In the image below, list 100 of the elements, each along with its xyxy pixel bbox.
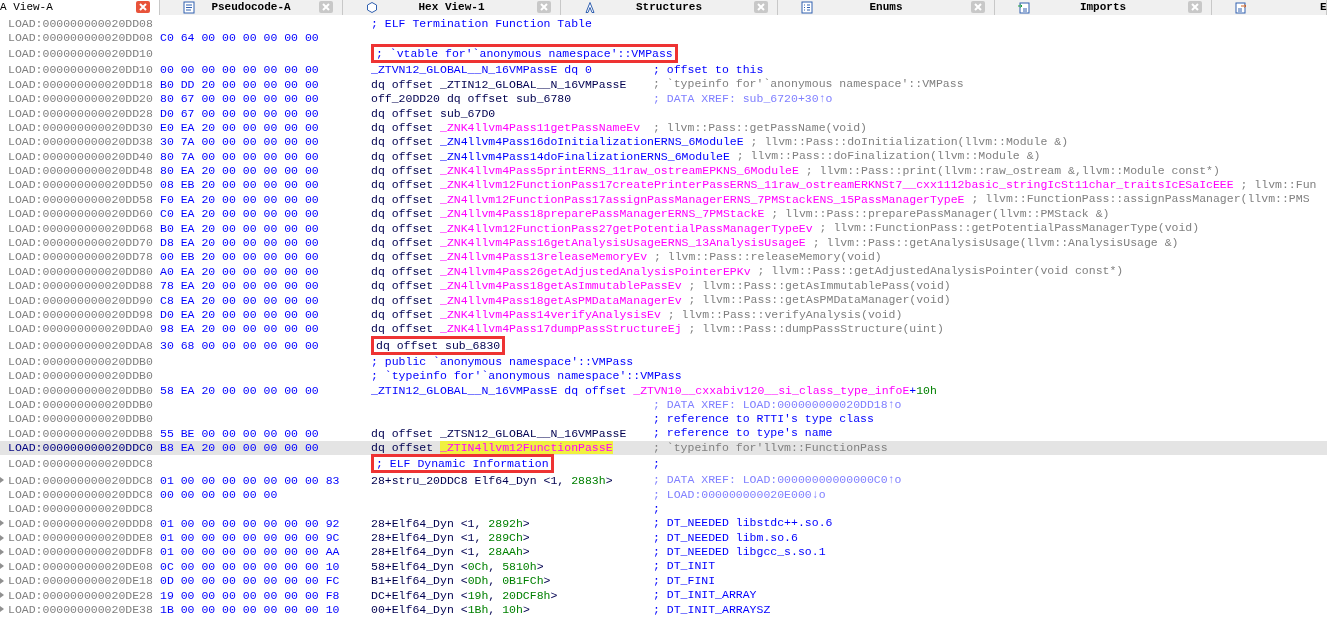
address-text: LOAD:000000000020DDD8 <box>8 516 153 530</box>
expand-arrow-icon[interactable] <box>0 520 4 527</box>
listing-line[interactable]: LOAD:000000000020DD50 08 EB 20 00 00 00 00 00 dq offset _ZNK4llvm12FunctionPass17createPrinterPassERNS_11raw_ostreamERKNSt7__cxx1112basic_stringIcSt11char_traitsIcESaIcEEE ; llvm::Fun <box>0 177 1327 193</box>
listing-line[interactable]: LOAD:000000000020DDB0 ; reference to RTTI's type class <box>0 411 1327 427</box>
listing-line[interactable]: LOAD:000000000020DE18 0D 00 00 00 00 00 00 00 FC B1+Elf64_Dyn <0Dh, 0B1FCh> ; DT_FINI <box>0 573 1327 589</box>
comment-text: ; DT_INIT_ARRAY <box>653 588 757 603</box>
address-text: LOAD:000000000020DDB0 <box>8 397 153 411</box>
listing-line[interactable]: LOAD:000000000020DE28 19 00 00 00 00 00 00 00 F8 DC+Elf64_Dyn <19h, 20DCF8h> ; DT_INIT_ARRAY <box>0 588 1327 603</box>
listing-line[interactable]: LOAD:000000000020DD60 C0 EA 20 00 00 00 00 00 dq offset _ZN4llvm4Pass18preparePassManagerERNS_7PMStackE ; llvm::Pass::preparePassManager(llvm::PMStack &) <box>0 206 1327 222</box>
hex-bytes: 01 00 00 00 00 00 00 00 9C <box>160 531 341 545</box>
listing-line[interactable]: LOAD:000000000020DD88 78 EA 20 00 00 00 00 00 dq offset _ZN4llvm4Pass18getAsImmutablePassEv ; llvm::Pass::getAsImmutablePass(void) <box>0 278 1327 294</box>
close-button[interactable] <box>971 1 985 13</box>
comment-text: ; DATA XREF: LOAD:00000000000000C0↑o <box>653 473 902 488</box>
close-button[interactable] <box>754 1 768 13</box>
comment-text: ; llvm::Pass::doInitialization(llvm::Module &) <box>750 134 1069 149</box>
listing-line[interactable]: LOAD:000000000020DDD8 01 00 00 00 00 00 00 00 92 28+Elf64_Dyn <1, 2892h> ; DT_NEEDED libstdc++.so.6 <box>0 516 1327 531</box>
comment-text: ; llvm::Fun <box>1240 178 1317 193</box>
tab[interactable]: Imports <box>995 0 1212 15</box>
expand-arrow-icon[interactable] <box>0 563 4 570</box>
listing-line[interactable]: LOAD:000000000020DD78 00 EB 20 00 00 00 00 00 dq offset _ZN4llvm4Pass13releaseMemoryEv ; llvm::Pass::releaseMemory(void) <box>0 249 1327 265</box>
listing-line[interactable]: LOAD:000000000020DDB0 58 EA 20 00 00 00 00 00 _ZTIN12_GLOBAL__N_16VMPassE dq offset _ZTVN10__cxxabiv120__si_class_type_infoE+10h <box>0 383 1327 398</box>
listing-line[interactable]: LOAD:000000000020DDC8 01 00 00 00 00 00 00 00 83 28+stru_20DDC8 Elf64_Dyn <1, 2883h> ; DATA XREF: LOAD:00000000000000C0↑o <box>0 472 1327 488</box>
expand-arrow-icon[interactable] <box>0 606 4 613</box>
listing-line[interactable]: LOAD:000000000020DDB0 ; DATA XREF: LOAD:000000000020DD18↑o <box>0 397 1327 412</box>
listing-line[interactable]: LOAD:000000000020DD38 30 7A 00 00 00 00 00 00 dq offset _ZN4llvm4Pass16doInitializationERNS_6ModuleE ; llvm::Pass::doInitialization(llvm::Module &) <box>0 134 1327 150</box>
instruction-text: dq offset sub_6830 <box>371 335 506 355</box>
listing-line[interactable]: LOAD:000000000020DE08 0C 00 00 00 00 00 00 00 10 58+Elf64_Dyn <0Ch, 5810h> ; DT_INIT <box>0 559 1327 574</box>
hex-bytes: 30 7A 00 00 00 00 00 00 <box>160 135 320 149</box>
listing-line[interactable]: LOAD:000000000020DD10 00 00 00 00 00 00 00 00 _ZTVN12_GLOBAL__N_16VMPassE dq 0 ; offset to this <box>0 62 1327 78</box>
section-comment: ; public `anonymous namespace'::VMPass <box>371 354 634 368</box>
listing-line[interactable]: LOAD:000000000020DDA0 98 EA 20 00 00 00 00 00 dq offset _ZNK4llvm4Pass17dumpPassStructureEj ; llvm::Pass::dumpPassStructure(uint) <box>0 321 1327 337</box>
listing-line[interactable]: LOAD:000000000020DE38 1B 00 00 00 00 00 00 00 10 00+Elf64_Dyn <1Bh, 10h> ; DT_INIT_ARRAYSZ <box>0 602 1327 617</box>
address-text: LOAD:000000000020DD50 <box>8 178 153 192</box>
close-button[interactable] <box>319 1 333 13</box>
instruction-text: dq offset _ZNK4llvm4Pass16getAnalysisUsageERNS_13AnalysisUsageE <box>371 236 806 250</box>
listing-line[interactable]: LOAD:000000000020DDC8 ; ELF Dynamic Information ; <box>0 454 1327 473</box>
tab-label: Hex View-1 <box>418 0 485 15</box>
listing-line[interactable]: LOAD:000000000020DD40 80 7A 00 00 00 00 00 00 dq offset _ZN4llvm4Pass14doFinalizationERNS_6ModuleE ; llvm::Pass::doFinalization(llvm::Module &) <box>0 149 1327 164</box>
instruction-text: dq offset _ZTIN4llvm12FunctionPassE <box>371 441 613 455</box>
close-button[interactable] <box>1188 1 1202 13</box>
listing-line[interactable]: LOAD:000000000020DD28 D0 67 00 00 00 00 00 00 dq offset sub_67D0 <box>0 105 1327 121</box>
instruction-text: dq offset _ZN4llvm4Pass14doFinalizationERNS_6ModuleE <box>371 149 730 163</box>
expand-arrow-icon[interactable] <box>0 577 4 584</box>
address-text: LOAD:000000000020DD80 <box>8 264 153 278</box>
listing-line[interactable]: LOAD:000000000020DDC8 ; <box>0 501 1327 517</box>
comment-text: ; DT_NEEDED libstdc++.so.6 <box>653 516 833 531</box>
listing-line[interactable]: LOAD:000000000020DDE8 01 00 00 00 00 00 00 00 9C 28+Elf64_Dyn <1, 289Ch> ; DT_NEEDED libm.so.6 <box>0 530 1327 545</box>
hex-bytes: 00 00 00 00 00 00 <box>160 487 279 501</box>
listing-line[interactable]: LOAD:000000000020DD30 E0 EA 20 00 00 00 00 00 dq offset _ZNK4llvm4Pass11getPassNameEv ; llvm::Pass::getPassName(void) <box>0 120 1327 135</box>
tab[interactable]: Enums <box>778 0 995 15</box>
hex-bytes: 98 EA 20 00 00 00 00 00 <box>160 322 320 336</box>
listing-line[interactable]: LOAD:000000000020DDB8 55 BE 00 00 00 00 00 00 dq offset _ZTSN12_GLOBAL__N_16VMPassE ; reference to type's name <box>0 426 1327 441</box>
hex-bytes: 0D 00 00 00 00 00 00 00 FC <box>160 574 341 588</box>
listing-line[interactable]: LOAD:000000000020DD20 80 67 00 00 00 00 00 00 off_20DD20 dq offset sub_6780 ; DATA XREF: sub_6720+30↑o <box>0 91 1327 106</box>
address-text: LOAD:000000000020DD48 <box>8 164 153 178</box>
listing-line[interactable]: LOAD:000000000020DDA8 30 68 00 00 00 00 00 00 dq offset sub_6830 <box>0 336 1327 355</box>
listing-line[interactable]: LOAD:000000000020DD70 D8 EA 20 00 00 00 00 00 dq offset _ZNK4llvm4Pass16getAnalysisUsageERNS_13AnalysisUsageE ; llvm::Pass::getAnalysisUsage(llvm::AnalysisUsage &) <box>0 235 1327 250</box>
address-text: LOAD:000000000020DDA0 <box>8 322 153 336</box>
listing-line[interactable]: LOAD:000000000020DD58 F0 EA 20 00 00 00 00 00 dq offset _ZN4llvm12FunctionPass17assignPassManagerERNS_7PMStackENS_15PassManagerTypeE ; llvm::FunctionPass::assignPassManager(llvm::PMS <box>0 192 1327 207</box>
address-text: LOAD:000000000020DDC0 <box>8 441 153 455</box>
address-text: LOAD:000000000020DD08 <box>8 16 153 30</box>
close-button[interactable] <box>537 1 551 13</box>
listing-line[interactable]: LOAD:000000000020DD98 D0 EA 20 00 00 00 00 00 dq offset _ZNK4llvm4Pass14verifyAnalysisEv ; llvm::Pass::verifyAnalysis(void) <box>0 307 1327 322</box>
listing-line[interactable]: LOAD:000000000020DD18 B0 DD 20 00 00 00 00 00 dq offset _ZTIN12_GLOBAL__N_16VMPassE ; `typeinfo for'`anonymous namespace'::VMPass <box>0 77 1327 92</box>
comment-text: ; `typeinfo for'llvm::FunctionPass <box>653 440 888 455</box>
expand-arrow-icon[interactable] <box>0 592 4 599</box>
listing-line[interactable]: LOAD:000000000020DDF8 01 00 00 00 00 00 00 00 AA 28+Elf64_Dyn <1, 28AAh> ; DT_NEEDED libgcc_s.so.1 <box>0 544 1327 560</box>
section-comment: ; ELF Termination Function Table <box>371 16 592 30</box>
hex-bytes: D8 EA 20 00 00 00 00 00 <box>160 236 320 250</box>
instruction-text: dq offset _ZN4llvm4Pass18getAsImmutablePassEv <box>371 279 682 293</box>
listing-line[interactable]: LOAD:000000000020DDC8 00 00 00 00 00 00 ; LOAD:000000000020E000↓o <box>0 487 1327 502</box>
tab[interactable]: Structures <box>561 0 778 15</box>
tab[interactable]: E <box>1212 0 1327 15</box>
letter-a-icon <box>583 1 597 14</box>
listing-line[interactable]: LOAD:000000000020DD08 C0 64 00 00 00 00 00 00 <box>0 30 1327 45</box>
close-button[interactable] <box>136 1 150 13</box>
tab[interactable]: Hex View-1 <box>343 0 561 15</box>
hex-bytes: 19 00 00 00 00 00 00 00 F8 <box>160 588 341 602</box>
expand-arrow-icon[interactable] <box>0 534 4 541</box>
listing-line[interactable]: LOAD:000000000020DDB0 ; `typeinfo for'`anonymous namespace'::VMPass <box>0 368 1327 383</box>
comment-text: ; `typeinfo for'`anonymous namespace'::VMPass <box>653 77 964 92</box>
instruction-text: 28+Elf64_Dyn <1, 28AAh> <box>371 545 530 559</box>
listing-line[interactable]: LOAD:000000000020DD80 A0 EA 20 00 00 00 00 00 dq offset _ZN4llvm4Pass26getAdjustedAnalysisPointerEPKv ; llvm::Pass::getAdjustedAnalysisPointer(void const*) <box>0 264 1327 279</box>
listing-line[interactable]: LOAD:000000000020DD90 C8 EA 20 00 00 00 00 00 dq offset _ZN4llvm4Pass18getAsPMDataManagerEv ; llvm::Pass::getAsPMDataManager(void) <box>0 293 1327 308</box>
listing-line[interactable]: LOAD:000000000020DDB0 ; public `anonymous namespace'::VMPass <box>0 354 1327 369</box>
tab[interactable]: Pseudocode-A <box>160 0 343 15</box>
listing-line[interactable]: LOAD:000000000020DD10 ; `vtable for'`anonymous namespace'::VMPass <box>0 44 1327 63</box>
tab[interactable]: A View-A <box>0 0 160 15</box>
comment-text: ; DT_NEEDED libgcc_s.so.1 <box>653 545 826 560</box>
comment-text: ; llvm::Pass::getPassName(void) <box>653 120 867 135</box>
comment-text: ; llvm::Pass::getAsImmutablePass(void) <box>688 278 951 293</box>
listing-line[interactable]: LOAD:000000000020DD08 ; ELF Termination Function Table <box>0 16 1327 31</box>
listing-line[interactable]: LOAD:000000000020DD68 B0 EA 20 00 00 00 00 00 dq offset _ZNK4llvm12FunctionPass27getPotentialPassManagerTypeEv ; llvm::FunctionPass::getPotentialPassManagerType(void) <box>0 221 1327 236</box>
instruction-text: off_20DD20 dq offset sub_6780 <box>371 92 572 106</box>
expand-arrow-icon[interactable] <box>0 476 4 483</box>
address-text: LOAD:000000000020DD18 <box>8 77 153 91</box>
listing-line[interactable]: LOAD:000000000020DD48 80 EA 20 00 00 00 00 00 dq offset _ZNK4llvm4Pass5printERNS_11raw_ostreamEPKNS_6ModuleE ; llvm::Pass::print(llvm::raw_ostream &,llvm::Module const*) <box>0 163 1327 178</box>
expand-arrow-icon[interactable] <box>0 548 4 555</box>
address-text: LOAD:000000000020DDB0 <box>8 369 153 383</box>
address-text: LOAD:000000000020DD28 <box>8 106 153 120</box>
